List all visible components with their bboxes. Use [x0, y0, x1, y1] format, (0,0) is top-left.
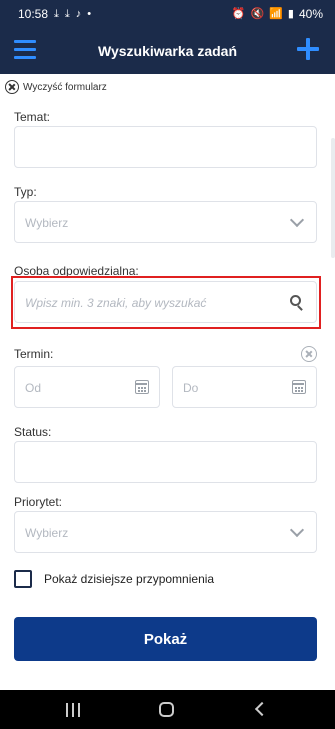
termin-to-input[interactable]: Do — [172, 366, 317, 408]
priorytet-label: Priorytet: — [14, 495, 63, 509]
system-nav-bar — [0, 690, 335, 729]
home-icon[interactable] — [159, 702, 174, 717]
tiktok-icon: ♪ — [75, 7, 82, 20]
priorytet-select[interactable]: Wybierz — [14, 511, 317, 553]
search-form: Wyczyść formularz Temat: Typ: Wybierz Os… — [0, 74, 335, 690]
termin-from-placeholder: Od — [25, 381, 42, 395]
reminders-checkbox[interactable] — [14, 570, 32, 588]
typ-placeholder: Wybierz — [25, 216, 69, 230]
priorytet-placeholder: Wybierz — [25, 526, 69, 540]
wifi-icon: 📶 — [269, 7, 283, 20]
download-icon: ⤓ — [54, 7, 59, 20]
calendar-icon[interactable] — [292, 380, 306, 394]
chevron-down-icon — [289, 212, 305, 228]
alarm-icon: ⏰ — [231, 7, 246, 20]
show-button[interactable]: Pokaż — [14, 617, 317, 661]
hamburger-menu-icon[interactable] — [14, 40, 36, 60]
status-bar: 10:58 ⤓ ⤓ ♪ • ⏰ 🔇 📶 ▮ 40% — [0, 0, 335, 28]
typ-label: Typ: — [14, 185, 37, 199]
temat-input[interactable] — [14, 126, 317, 168]
reminders-checkbox-row[interactable]: Pokaż dzisiejsze przypomnienia — [14, 570, 214, 588]
back-icon[interactable] — [254, 701, 270, 717]
osoba-search-input[interactable]: Wpisz min. 3 znaki, aby wyszukać — [14, 281, 317, 323]
close-circle-icon — [5, 80, 19, 94]
temat-label: Temat: — [14, 110, 51, 124]
chevron-down-icon — [289, 522, 305, 538]
clear-form-button[interactable]: Wyczyść formularz — [5, 80, 107, 94]
recent-apps-icon[interactable] — [66, 703, 80, 717]
dot-icon: • — [87, 7, 92, 20]
scrollbar[interactable] — [331, 138, 335, 258]
calendar-icon[interactable] — [135, 380, 149, 394]
signal-icon: ▮ — [287, 7, 294, 20]
typ-select[interactable]: Wybierz — [14, 201, 317, 243]
osoba-placeholder: Wpisz min. 3 znaki, aby wyszukać — [25, 296, 207, 310]
battery-level: 40% — [298, 7, 323, 21]
status-label: Status: — [14, 425, 52, 439]
plus-icon[interactable] — [297, 38, 319, 60]
mute-icon: 🔇 — [250, 7, 265, 20]
app-bar: Wyszukiwarka zadań — [0, 28, 335, 74]
reminders-label: Pokaż dzisiejsze przypomnienia — [44, 572, 215, 586]
status-input[interactable] — [14, 441, 317, 483]
download-icon: ⤓ — [64, 7, 70, 20]
termin-to-placeholder: Do — [183, 381, 199, 395]
search-icon[interactable] — [290, 295, 304, 311]
page-title: Wyszukiwarka zadań — [97, 43, 238, 59]
termin-from-input[interactable]: Od — [14, 366, 160, 408]
clear-form-label: Wyczyść formularz — [23, 81, 107, 93]
clear-date-icon[interactable] — [301, 346, 317, 362]
termin-label: Termin: — [14, 347, 54, 361]
clock: 10:58 — [18, 7, 49, 21]
